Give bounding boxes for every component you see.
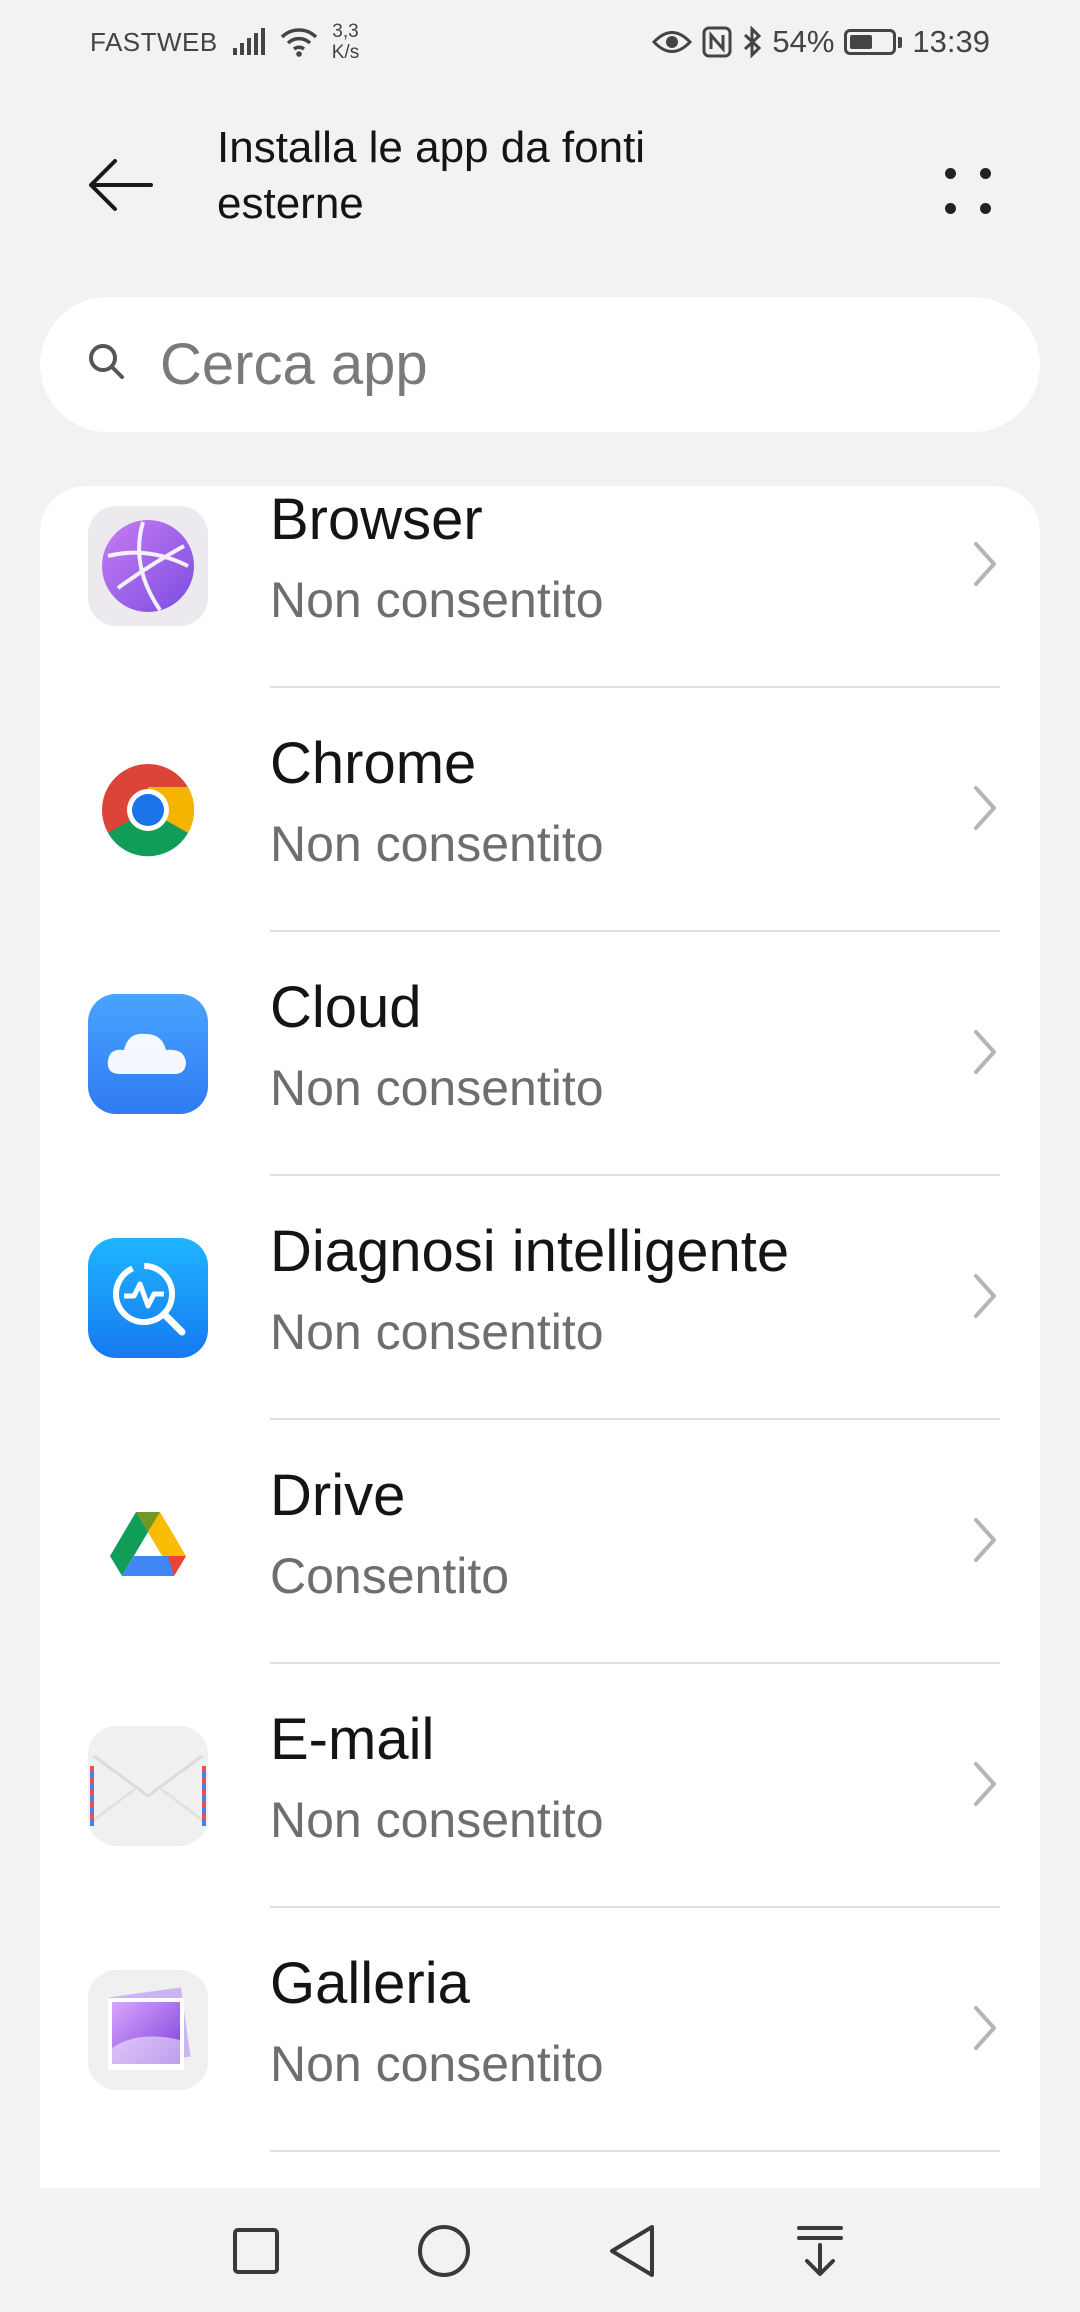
back-arrow-icon xyxy=(89,159,153,211)
list-item[interactable]: Diagnosi intelligente Non consentito xyxy=(40,1218,1040,1462)
back-nav-button[interactable] xyxy=(597,2216,667,2286)
list-item[interactable]: Cloud Non consentito xyxy=(40,974,1040,1218)
app-permission-status: Non consentito xyxy=(270,1792,604,1848)
home-button[interactable] xyxy=(409,2216,479,2286)
divider xyxy=(270,1906,1000,1908)
speed-value: 3,3 xyxy=(332,21,359,42)
app-name: Cloud xyxy=(270,975,422,1040)
battery-percent: 54% xyxy=(772,24,835,59)
app-name: Galleria xyxy=(270,1951,470,2016)
email-app-icon xyxy=(88,1726,208,1846)
search-icon xyxy=(89,344,124,379)
app-name: Browser xyxy=(270,487,483,552)
gallery-app-icon xyxy=(88,1970,208,2090)
speed-unit: K/s xyxy=(331,42,360,63)
chevron-right-icon xyxy=(974,2006,996,2050)
recents-square-icon xyxy=(233,2228,279,2274)
app-list: Browser Non consentito Chrome Non consen… xyxy=(40,486,1040,2188)
divider xyxy=(270,2150,1000,2152)
chevron-right-icon xyxy=(974,1030,996,1074)
search-bar[interactable] xyxy=(40,297,1040,432)
wifi-icon xyxy=(280,26,318,58)
divider xyxy=(270,1174,1000,1176)
title-bar: Installa le app da fonti esterne xyxy=(0,110,1080,240)
app-permission-status: Non consentito xyxy=(270,816,604,872)
list-item[interactable]: E-mail Non consentito xyxy=(40,1706,1040,1950)
network-speed: 3,3 K/s xyxy=(332,21,359,63)
notification-pull-icon xyxy=(797,2226,843,2276)
chevron-right-icon xyxy=(974,1762,996,1806)
cloud-app-icon xyxy=(88,994,208,1114)
signal-icon xyxy=(232,28,266,56)
divider xyxy=(270,686,1000,688)
status-bar: FASTWEB 3,3 K/s 54% 13:39 xyxy=(0,0,1080,80)
browser-app-icon xyxy=(88,506,208,626)
divider xyxy=(270,1662,1000,1664)
page-title-line2: esterne xyxy=(217,179,364,228)
app-name: Drive xyxy=(270,1463,406,1528)
list-item[interactable]: Drive Consentito xyxy=(40,1462,1040,1706)
battery-icon xyxy=(844,29,903,55)
status-bar-left: FASTWEB 3,3 K/s xyxy=(90,18,359,66)
list-item[interactable]: Galleria Non consentito xyxy=(40,1950,1040,2188)
chevron-right-icon xyxy=(974,1274,996,1318)
notification-pull-button[interactable] xyxy=(785,2216,855,2286)
eye-icon xyxy=(652,29,693,55)
back-triangle-icon xyxy=(610,2225,654,2277)
recents-button[interactable] xyxy=(221,2216,291,2286)
carrier-name: FASTWEB xyxy=(90,26,218,57)
app-name: Chrome xyxy=(270,731,477,796)
app-name: E-mail xyxy=(270,1707,435,1772)
navigation-bar xyxy=(0,2188,1080,2312)
drive-app-icon xyxy=(88,1482,208,1602)
app-name: Diagnosi intelligente xyxy=(270,1219,790,1284)
app-permission-status: Non consentito xyxy=(270,2036,604,2092)
chrome-app-icon xyxy=(88,750,208,870)
app-permission-status: Non consentito xyxy=(270,1304,604,1360)
list-item[interactable]: Chrome Non consentito xyxy=(40,730,1040,974)
status-bar-right: 54% 13:39 xyxy=(652,18,990,66)
nfc-icon xyxy=(702,26,732,58)
app-permission-status: Non consentito xyxy=(270,1060,604,1116)
page-title-line1: Installa le app da fonti xyxy=(217,123,646,172)
divider xyxy=(270,1418,1000,1420)
divider xyxy=(270,930,1000,932)
search-input[interactable] xyxy=(160,322,980,407)
list-item[interactable]: Browser Non consentito xyxy=(40,486,1040,730)
app-permission-status: Non consentito xyxy=(270,572,604,628)
clock: 13:39 xyxy=(912,24,990,59)
bluetooth-icon xyxy=(742,26,762,58)
more-options-button[interactable] xyxy=(920,140,1020,230)
diagnosis-app-icon xyxy=(88,1238,208,1358)
home-circle-icon xyxy=(418,2225,470,2277)
page-title: Installa le app da fonti esterne xyxy=(217,120,777,232)
chevron-right-icon xyxy=(974,1518,996,1562)
chevron-right-icon xyxy=(974,786,996,830)
app-permission-status: Consentito xyxy=(270,1548,510,1604)
back-button[interactable] xyxy=(70,140,170,230)
chevron-right-icon xyxy=(974,542,996,586)
